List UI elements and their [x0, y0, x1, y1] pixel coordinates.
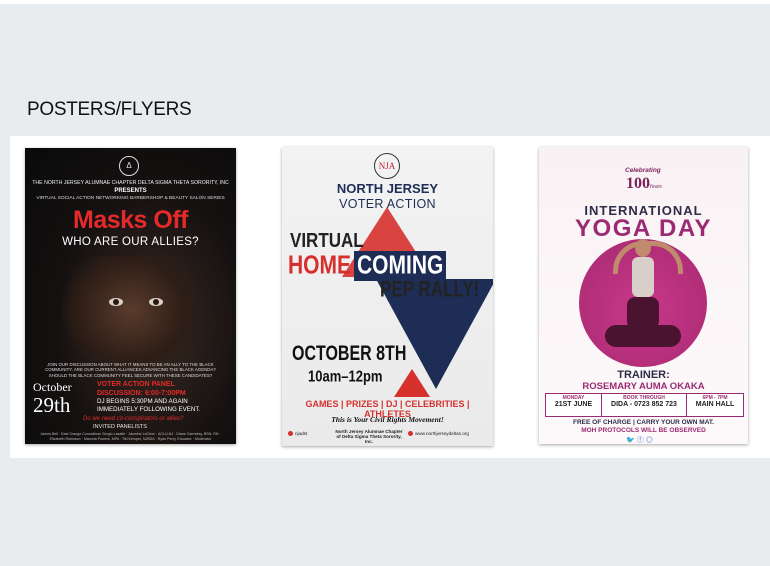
panel-line1: VOTER ACTION PANEL: [97, 381, 175, 388]
event-info-table: MONDAY 21ST JUNE BOOK THROUGH DIDA - 0723 …: [545, 393, 744, 417]
nja-logo: NJA: [374, 153, 400, 179]
chapter-name: North Jersey Alumnae Chapter of Delta Si…: [335, 429, 403, 444]
eye-right: [149, 298, 163, 306]
eye-left: [109, 298, 123, 306]
social-icons: 🐦ⓕ◎: [626, 437, 655, 444]
poster-homecoming[interactable]: NJA NORTH JERSEY VOTER ACTION VIRTUAL HO…: [282, 147, 493, 446]
small-red-triangle: [394, 369, 430, 397]
trainer-name: ROSEMARY AUMA OKAKA: [582, 381, 705, 392]
trainer-label: TRAINER:: [617, 369, 670, 381]
home-text: HOME: [288, 251, 351, 280]
years-text: Years: [649, 184, 662, 190]
panelist-names: James Bell · East Orange Councilman Serg…: [40, 432, 221, 441]
poster-masks-off[interactable]: Δ THE NORTH JERSEY ALUMNAE CHAPTER DELTA…: [25, 148, 236, 444]
pep-rally-text: PEP RALLY!: [380, 277, 480, 302]
info-cell: MONDAY 21ST JUNE: [546, 394, 602, 416]
panel-info: VOTER ACTION PANEL DISCUSSION: 6:00-7:00…: [97, 380, 186, 398]
poster-series: VIRTUAL SOCIAL ACTION NETWORKING BARBERS…: [36, 196, 225, 201]
info-cell: BOOK THROUGH DIDA - 0723 852 723: [602, 394, 687, 416]
moh-note: MOH PROTOCOLS WILL BE OBSERVED: [581, 427, 706, 434]
top-strip: [0, 0, 770, 4]
poster-subheadline: WHO ARE OUR ALLIES?: [62, 236, 199, 248]
website: www.northjerseydeltas.org: [408, 431, 469, 437]
panel-line2: DISCUSSION: 6:00-7:00PM: [97, 390, 186, 397]
face-image: [61, 256, 201, 376]
poster-title-line1: NORTH JERSEY: [336, 181, 439, 196]
poster-headline: Masks Off: [73, 206, 188, 234]
yoga-head: [635, 239, 651, 257]
poster-date: October 29th: [33, 380, 88, 417]
invited-panelists: INVITED PANELISTS: [93, 424, 147, 430]
section-title: POSTERS/FLYERS: [27, 99, 192, 120]
sorority-logo: Δ: [119, 156, 139, 176]
web-icon: [408, 431, 413, 437]
info-cell: 6PM - 7PM MAIN HALL: [695, 395, 735, 408]
celebrating-text: Celebrating: [625, 167, 661, 174]
free-note: FREE OF CHARGE | CARRY YOUR OWN MAT.: [573, 419, 714, 426]
date-day: 29th: [33, 393, 71, 417]
social-handle: njadst: [288, 431, 307, 437]
poster-presents: PRESENTS: [114, 188, 147, 194]
poster-description: JOIN OUR DISCUSSION ABOUT WHAT IT MEANS …: [45, 362, 216, 378]
virtual-text: VIRTUAL: [290, 229, 364, 252]
social-icon: [288, 431, 293, 437]
poster-org: THE NORTH JERSEY ALUMNAE CHAPTER DELTA S…: [32, 180, 229, 186]
poster-slogan: This is Your Civil Rights Movement!: [331, 415, 444, 424]
poster-yoga-day[interactable]: Celebrating 100 Years INTERNATIONAL YOGA…: [539, 147, 748, 444]
dj-line2: IMMEDIATELY FOLLOWING EVENT.: [97, 406, 201, 413]
yoga-torso: [632, 257, 654, 297]
poster-question: Do we need co-conspirators or allies?: [83, 416, 184, 422]
poster-date: OCTOBER 8TH: [292, 343, 407, 366]
yoga-legs: [605, 325, 681, 347]
dj-line1: DJ BEGINS 5:30PM AND AGAIN: [97, 398, 188, 405]
poster-gallery: Δ THE NORTH JERSEY ALUMNAE CHAPTER DELTA…: [10, 136, 770, 458]
dj-info: DJ BEGINS 5:30PM AND AGAIN IMMEDIATELY F…: [97, 398, 200, 414]
hundred-years-logo: 100: [626, 175, 650, 192]
poster-time: 10am–12pm: [308, 367, 383, 385]
